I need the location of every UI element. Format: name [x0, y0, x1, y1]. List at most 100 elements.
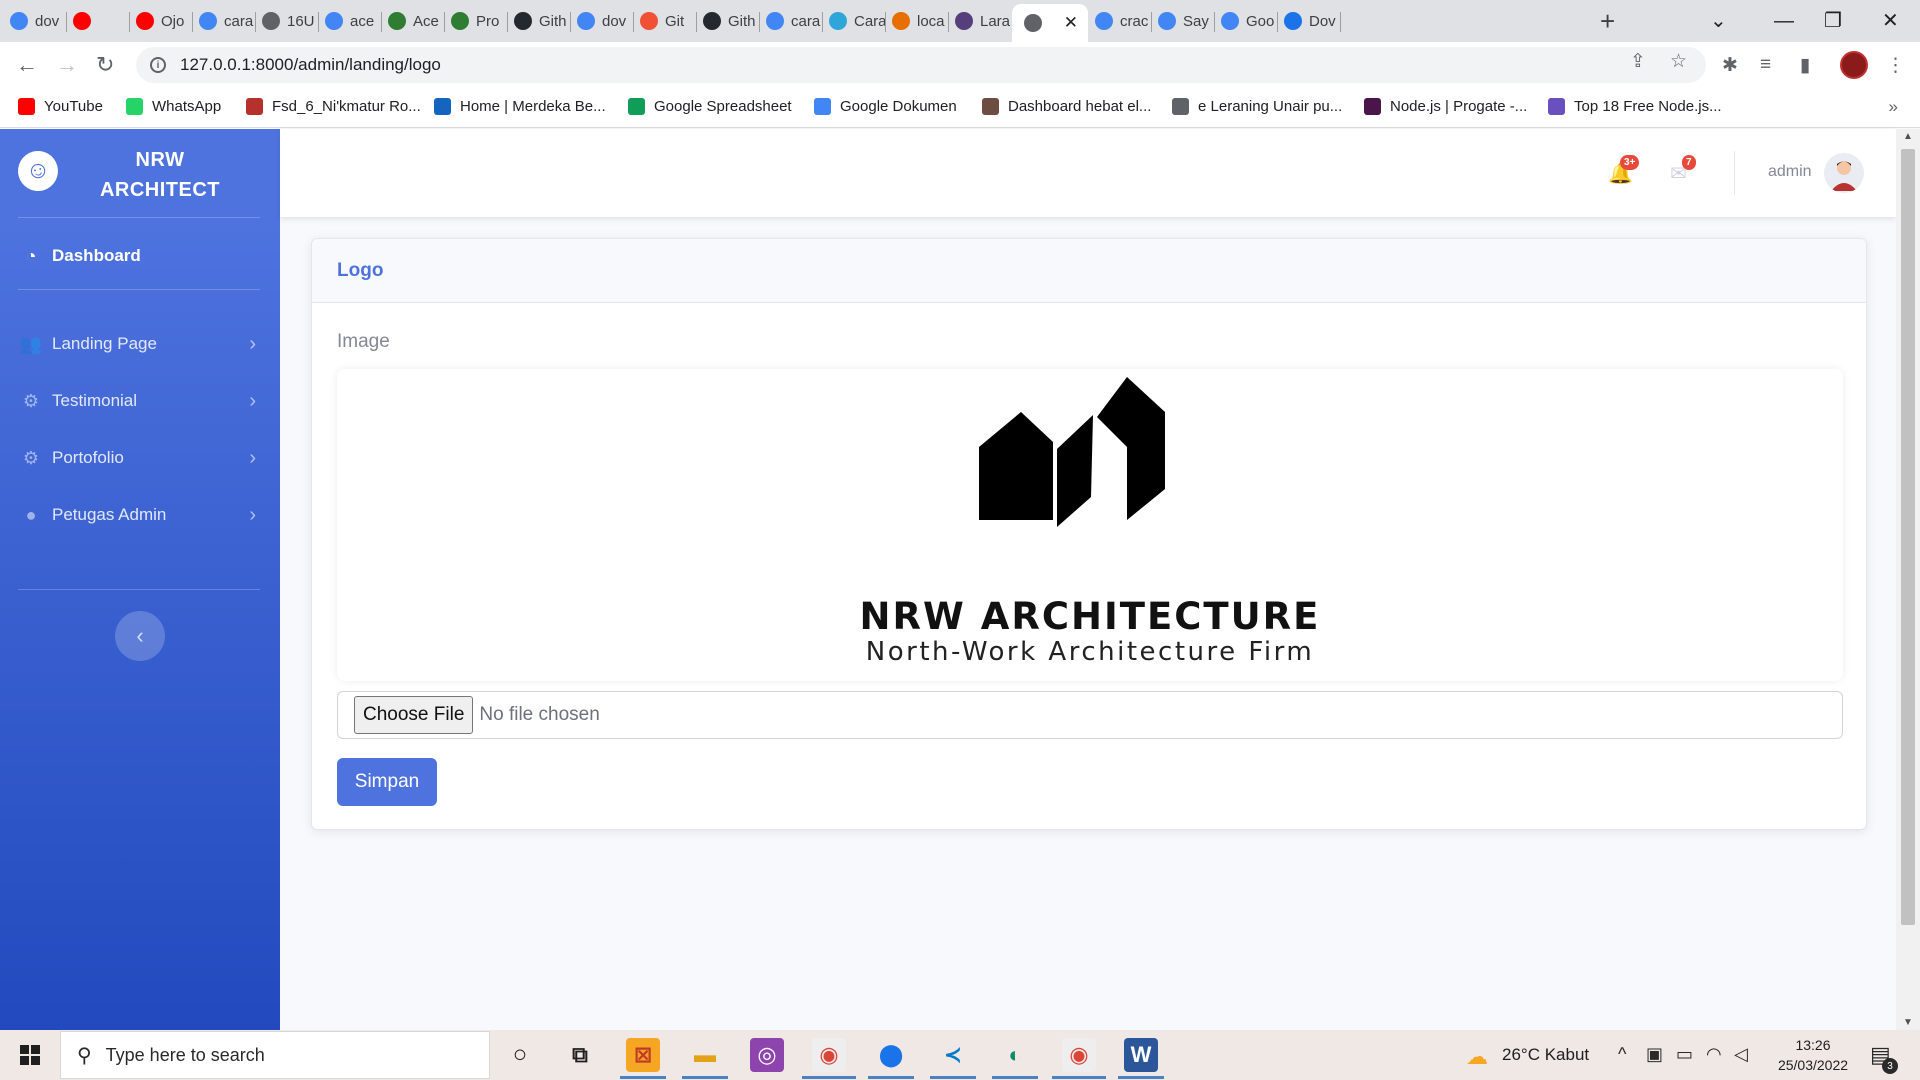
- tab-close-icon[interactable]: ✕: [1064, 13, 1078, 33]
- sidebar-item-dashboard[interactable]: ◔ Dashboard: [0, 231, 280, 281]
- sidebar-item-portofolio[interactable]: ⚙ Portofolio ›: [0, 433, 280, 483]
- cog-icon: ⚙: [22, 447, 40, 468]
- system-clock[interactable]: 13:26 25/03/2022: [1768, 1035, 1858, 1075]
- show-hidden-icons[interactable]: ^: [1618, 1044, 1626, 1065]
- chrome-icon[interactable]: ◉: [812, 1038, 846, 1072]
- browser-tab[interactable]: Gith: [508, 6, 570, 36]
- edge-icon[interactable]: ◐: [998, 1038, 1032, 1072]
- bookmark-item[interactable]: e Leraning Unair pu...: [1172, 98, 1342, 115]
- building-logo-icon: [979, 377, 1165, 527]
- forward-icon[interactable]: →: [56, 50, 78, 80]
- alerts-dropdown[interactable]: 🔔 3+: [1608, 155, 1640, 186]
- scroll-thumb[interactable]: [1901, 149, 1915, 925]
- bookmark-star-icon[interactable]: ☆: [1670, 50, 1687, 73]
- profile-avatar[interactable]: [1840, 51, 1868, 79]
- browser-tab[interactable]: Cara: [823, 6, 885, 36]
- sidebar: ☺ NRW ARCHITECT ◔ Dashboard 👥 Landing Pa…: [0, 129, 280, 1030]
- browser-tab[interactable]: Say: [1152, 6, 1214, 36]
- site-info-icon[interactable]: i: [150, 57, 166, 73]
- edge-icon: [829, 12, 847, 30]
- share-icon[interactable]: ⇪: [1630, 50, 1646, 73]
- more-bookmarks-icon[interactable]: »: [1889, 97, 1898, 117]
- google-icon: [766, 12, 784, 30]
- tab-title: Gith: [539, 12, 567, 30]
- extensions-icon[interactable]: ✱: [1722, 54, 1738, 77]
- cortana-icon[interactable]: ○: [503, 1038, 537, 1072]
- browser-tab[interactable]: ✕: [1012, 4, 1088, 42]
- bookmark-item[interactable]: WhatsApp: [126, 98, 221, 115]
- browser-tab[interactable]: Ojo: [130, 6, 192, 36]
- scroll-down-arrow-icon[interactable]: ▼: [1896, 1017, 1920, 1028]
- bookmark-item[interactable]: YouTube: [18, 98, 103, 115]
- bookmark-item[interactable]: Top 18 Free Node.js...: [1548, 98, 1722, 115]
- bookmark-item[interactable]: Fsd_6_Ni'kmatur Ro...: [246, 98, 421, 115]
- sidebar-brand[interactable]: ☺ NRW ARCHITECT: [0, 129, 280, 217]
- browser-tab[interactable]: [67, 6, 129, 36]
- bookmark-item[interactable]: Node.js | Progate -...: [1364, 98, 1527, 115]
- browser-tab[interactable]: 16U: [256, 6, 318, 36]
- file-explorer-icon[interactable]: ▬: [688, 1038, 722, 1072]
- browser-tab[interactable]: Dov: [1278, 6, 1340, 36]
- browser-tab[interactable]: cara: [760, 6, 822, 36]
- browser-tab[interactable]: dov: [571, 6, 633, 36]
- bookmark-item[interactable]: Dashboard hebat el...: [982, 98, 1151, 115]
- url-text[interactable]: 127.0.0.1:8000/admin/landing/logo: [180, 55, 441, 75]
- browser-tab[interactable]: Ace: [382, 6, 444, 36]
- wifi-icon[interactable]: ◠: [1706, 1044, 1722, 1065]
- browser-tab[interactable]: loca: [886, 6, 948, 36]
- new-tab-button[interactable]: +: [1600, 6, 1615, 36]
- back-icon[interactable]: ←: [16, 50, 38, 80]
- browser-tab[interactable]: ace: [319, 6, 381, 36]
- maximize-icon[interactable]: ❐: [1824, 6, 1842, 36]
- save-button[interactable]: Simpan: [337, 758, 437, 806]
- chrome-menu-icon[interactable]: ⋮: [1886, 54, 1905, 77]
- browser-tab[interactable]: Git: [634, 6, 696, 36]
- browser-tab[interactable]: Pro: [445, 6, 507, 36]
- messages-dropdown[interactable]: ✉ 7: [1670, 155, 1696, 186]
- google-icon: [577, 12, 595, 30]
- window-close-icon[interactable]: ✕: [1882, 6, 1899, 36]
- tab-search-icon[interactable]: ⌄: [1710, 6, 1727, 36]
- xampp-icon[interactable]: ⊠: [626, 1038, 660, 1072]
- browser-tab[interactable]: Gith: [697, 6, 759, 36]
- browser-tab[interactable]: dov: [4, 6, 66, 36]
- sidebar-item-petugas-admin[interactable]: ● Petugas Admin ›: [0, 490, 280, 540]
- browser-tab[interactable]: Lara: [949, 6, 1011, 36]
- side-panel-icon[interactable]: ▮: [1800, 54, 1810, 77]
- browser-tab[interactable]: Goo: [1215, 6, 1277, 36]
- word-icon[interactable]: W: [1124, 1038, 1158, 1072]
- vscode-icon[interactable]: ≺: [936, 1038, 970, 1072]
- chevron-right-icon: ›: [249, 446, 256, 469]
- taskbar-search-input[interactable]: ⚲ Type here to search: [60, 1031, 490, 1079]
- scroll-up-arrow-icon[interactable]: ▲: [1896, 131, 1920, 142]
- meet-now-icon[interactable]: ▣: [1646, 1044, 1663, 1065]
- browser-tab[interactable]: cara: [193, 6, 255, 36]
- avatar[interactable]: [1824, 153, 1864, 193]
- bookmark-item[interactable]: Home | Merdeka Be...: [434, 98, 606, 115]
- page-scrollbar[interactable]: ▲ ▼: [1896, 129, 1920, 1030]
- volume-icon[interactable]: ◁: [1734, 1044, 1748, 1065]
- windows-start-icon[interactable]: [20, 1045, 40, 1065]
- browser-tab[interactable]: crac: [1089, 6, 1151, 36]
- maps-icon[interactable]: ⬤: [874, 1038, 908, 1072]
- sidebar-item-landing-page[interactable]: 👥 Landing Page ›: [0, 319, 280, 369]
- youtube-icon: [136, 12, 154, 30]
- weather-text[interactable]: 26°C Kabut: [1502, 1045, 1589, 1065]
- chrome-icon[interactable]: ◉: [1062, 1038, 1096, 1072]
- sidebar-item-testimonial[interactable]: ⚙ Testimonial ›: [0, 376, 280, 426]
- app-icon[interactable]: ◎: [750, 1038, 784, 1072]
- choose-file-button[interactable]: Choose File: [354, 696, 474, 734]
- media-control-icon[interactable]: ≡: [1760, 54, 1771, 76]
- bookmark-favicon-icon: [628, 98, 645, 115]
- task-view-icon[interactable]: ⧉: [563, 1038, 597, 1072]
- bookmark-item[interactable]: Google Spreadsheet: [628, 98, 792, 115]
- weather-icon[interactable]: ☁: [1466, 1044, 1488, 1070]
- address-bar[interactable]: i 127.0.0.1:8000/admin/landing/logo: [136, 47, 1706, 83]
- reload-icon[interactable]: ↻: [96, 50, 114, 80]
- sidebar-toggle-button[interactable]: ‹: [115, 611, 165, 661]
- file-input[interactable]: Choose File No file chosen: [337, 691, 1843, 739]
- minimize-icon[interactable]: —: [1774, 6, 1794, 36]
- battery-icon[interactable]: ▭: [1676, 1044, 1693, 1065]
- bookmark-item[interactable]: Google Dokumen: [814, 98, 957, 115]
- user-name[interactable]: admin: [1768, 163, 1812, 181]
